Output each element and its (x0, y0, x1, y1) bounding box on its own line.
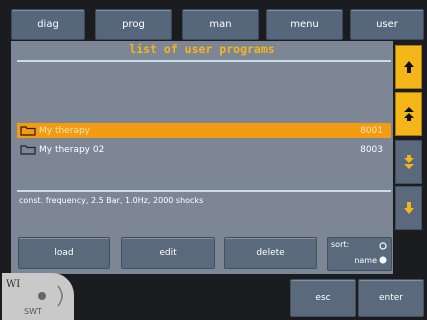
divider (17, 60, 391, 62)
sort-option-name: name (354, 256, 377, 265)
logo-text: WI (6, 279, 21, 290)
program-list-panel: list of user programs My therapy 8001 My… (11, 41, 393, 274)
load-button[interactable]: load (18, 237, 110, 269)
double-arrow-down-icon (403, 155, 414, 169)
program-name: My therapy (39, 125, 90, 136)
logo-mark-icon (38, 285, 63, 307)
page-down-button[interactable] (395, 140, 422, 184)
page-up-button[interactable] (395, 92, 422, 136)
radio-selected-icon[interactable] (379, 256, 387, 264)
scroll-down-button[interactable] (395, 186, 422, 230)
arrow-down-icon (403, 202, 414, 214)
tab-user[interactable]: user (350, 9, 424, 40)
tab-diag[interactable]: diag (11, 9, 85, 40)
delete-button[interactable]: delete (224, 237, 317, 269)
double-arrow-up-icon (403, 107, 414, 121)
program-name: My therapy 02 (39, 144, 105, 155)
program-number: 8003 (360, 144, 383, 155)
arrow-up-icon (403, 61, 414, 73)
enter-button[interactable]: enter (358, 279, 424, 317)
folder-icon (20, 145, 36, 155)
tab-man[interactable]: man (182, 9, 259, 40)
scroll-up-button[interactable] (395, 45, 422, 89)
esc-button[interactable]: esc (290, 279, 356, 317)
brand-logo: WI SWT (2, 273, 74, 320)
program-row-1[interactable]: My therapy 8001 (17, 123, 391, 138)
edit-button[interactable]: edit (121, 237, 215, 269)
tab-prog[interactable]: prog (95, 9, 172, 40)
tab-menu[interactable]: menu (266, 9, 343, 40)
folder-icon (20, 126, 36, 136)
radio-unselected-icon[interactable] (379, 242, 387, 250)
sort-selector[interactable]: sort: name (327, 237, 392, 271)
sort-label: sort: (331, 240, 350, 249)
panel-title: list of user programs (129, 42, 275, 56)
program-parameters: const. frequency, 2.5 Bar, 1.0Hz, 2000 s… (19, 196, 204, 205)
program-number: 8001 (360, 125, 383, 136)
program-row-2[interactable]: My therapy 02 8003 (17, 142, 391, 157)
divider (17, 190, 391, 192)
logo-subtext: SWT (24, 307, 42, 316)
